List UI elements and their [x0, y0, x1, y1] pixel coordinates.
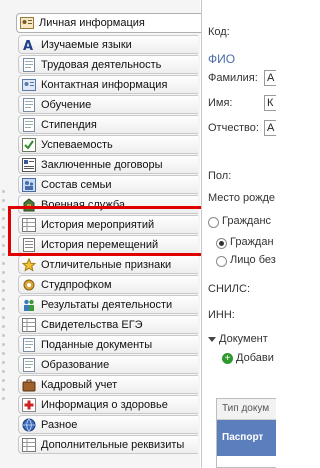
form-panel: Код: ФИО Фамилия: А Имя: К Отчество: А П… [201, 0, 276, 468]
birthplace-label: Место рожде [208, 192, 275, 204]
tab-label: Отличительные признаки [41, 258, 172, 271]
contract-icon [22, 157, 36, 172]
tab-label: Личная информация [39, 17, 145, 29]
tab-label: Изучаемые языки [41, 38, 132, 51]
citizenship-option2-radio[interactable] [216, 256, 227, 267]
tab-label: Стипендия [41, 118, 97, 131]
doc-type-header: Тип докум [217, 399, 276, 420]
tab-label: Трудовая деятельность [41, 58, 162, 71]
tab-contracts[interactable]: Заключенные договоры [18, 155, 198, 174]
tab-hr-records[interactable]: Кадровый учет [18, 375, 198, 394]
tab-label: Состав семьи [41, 178, 112, 191]
citizenship-option1-label: Граждан [230, 236, 274, 248]
document-icon [22, 97, 36, 112]
collapse-arrow-icon [208, 336, 216, 342]
citizenship-option2-label: Лицо без [230, 254, 276, 266]
tab-progress[interactable]: Успеваемость [18, 135, 198, 154]
tab-family[interactable]: Состав семьи [18, 175, 198, 194]
tab-health-info[interactable]: Информация о здоровье [18, 395, 198, 414]
person-card-icon [20, 16, 34, 30]
splitter-dots [2, 190, 6, 420]
snils-label: СНИЛС: [208, 283, 251, 295]
citizenship-option1-radio[interactable] [216, 238, 227, 249]
citizenship-group-radio[interactable] [208, 217, 219, 228]
code-label: Код: [208, 26, 230, 38]
documents-label: Документ [219, 333, 268, 345]
tab-misc[interactable]: Разное [18, 415, 198, 434]
tab-languages[interactable]: A Изучаемые языки [18, 35, 198, 54]
people-icon [22, 298, 36, 312]
document-icon [22, 57, 36, 72]
table-icon [22, 437, 36, 452]
star-icon [22, 257, 36, 272]
patronymic-label: Отчество: [208, 122, 259, 134]
documents-group[interactable]: Документ [208, 333, 268, 345]
table-row[interactable]: Паспорт [217, 420, 276, 456]
tab-education[interactable]: Обучение [18, 95, 198, 114]
tab-label: Кадровый учет [41, 378, 118, 391]
table-icon [22, 317, 36, 332]
family-icon [22, 177, 36, 192]
tab-label: Контактная информация [41, 78, 168, 91]
document-icon [22, 117, 36, 132]
fio-label: ФИО [208, 52, 236, 66]
red-highlight-frame [8, 206, 204, 256]
tab-submitted-documents[interactable]: Поданные документы [18, 335, 198, 354]
health-icon [22, 397, 36, 412]
tab-label: Обучение [41, 98, 92, 111]
document-icon [22, 337, 36, 352]
svg-text:A: A [23, 39, 33, 52]
grades-icon [22, 137, 36, 152]
name-field[interactable]: К [264, 95, 276, 111]
tab-label: Поданные документы [41, 338, 153, 351]
letter-a-icon: A [22, 38, 36, 52]
globe-icon [22, 418, 36, 432]
tab-scholarship[interactable]: Стипендия [18, 115, 198, 134]
tab-label: Разное [41, 418, 78, 431]
patronymic-field[interactable]: А [264, 120, 276, 136]
briefcase-icon [22, 378, 36, 392]
gear-icon [22, 278, 36, 292]
tab-work-activity[interactable]: Трудовая деятельность [18, 55, 198, 74]
surname-label: Фамилия: [208, 72, 258, 84]
tab-personal-info[interactable]: Личная информация [16, 13, 201, 33]
inn-label: ИНН: [208, 309, 235, 321]
add-icon: + [222, 352, 233, 364]
tab-additional-details[interactable]: Дополнительные реквизиты [18, 435, 198, 454]
tab-label: Образование [41, 358, 110, 371]
gender-label: Пол: [208, 170, 232, 182]
add-document-button[interactable]: + Добави [222, 352, 274, 364]
tab-ege-certificates[interactable]: Свидетельства ЕГЭ [18, 315, 198, 334]
tab-label: Результаты деятельности [41, 298, 173, 311]
document-icon [22, 357, 36, 372]
tab-label: Заключенные договоры [41, 158, 163, 171]
tab-label: Студпрофком [41, 278, 112, 291]
add-button-label: Добави [236, 352, 274, 364]
tab-label: Успеваемость [41, 138, 113, 151]
tab-distinctive-features[interactable]: Отличительные признаки [18, 255, 198, 274]
documents-table: Тип докум Паспорт [216, 398, 276, 468]
contact-card-icon [22, 78, 36, 92]
tab-activity-results[interactable]: Результаты деятельности [18, 295, 198, 314]
tab-label: Свидетельства ЕГЭ [41, 318, 143, 331]
name-label: Имя: [208, 97, 233, 109]
citizenship-label: Гражданс [222, 215, 272, 227]
tab-formation[interactable]: Образование [18, 355, 198, 374]
tab-label: Дополнительные реквизиты [41, 438, 185, 451]
tab-label: Информация о здоровье [41, 398, 168, 411]
tab-contact-info[interactable]: Контактная информация [18, 75, 198, 94]
tab-student-union[interactable]: Студпрофком [18, 275, 198, 294]
surname-field[interactable]: А [264, 70, 276, 86]
